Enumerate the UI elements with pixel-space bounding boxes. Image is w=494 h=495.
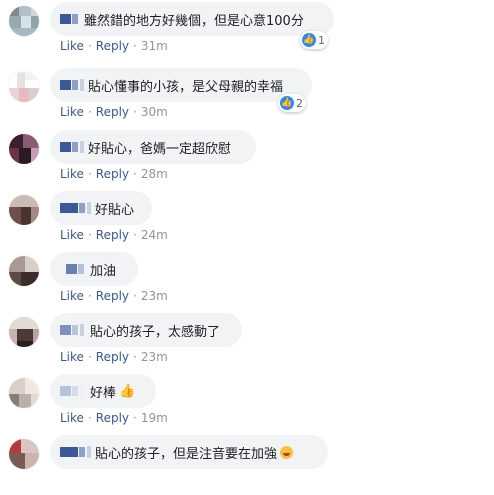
timestamp[interactable]: 19m xyxy=(141,411,168,425)
avatar[interactable] xyxy=(8,377,40,409)
commenter-name[interactable] xyxy=(60,141,84,153)
thumbs-up-icon: 👍 xyxy=(280,96,294,110)
comment-actions: Like · Reply · 30m xyxy=(60,105,168,119)
comment: 貼心的孩子，太感動了 Like · Reply · 23m xyxy=(0,311,494,373)
timestamp[interactable]: 31m xyxy=(141,39,168,53)
avatar[interactable] xyxy=(8,5,40,37)
comment-actions: Like · Reply · 31m xyxy=(60,39,168,53)
like-link[interactable]: Like xyxy=(60,228,84,242)
like-link[interactable]: Like xyxy=(60,39,84,53)
reaction-count[interactable]: 👍 1 xyxy=(300,31,328,49)
comment-text: 貼心懂事的小孩，是父母親的幸福 xyxy=(88,79,284,95)
comment-text: 貼心的孩子，太感動了 xyxy=(90,324,221,340)
avatar[interactable] xyxy=(8,133,40,165)
comment: 好貼心 Like · Reply · 24m xyxy=(0,189,494,251)
comment-text: 貼心的孩子，但是注音要在加強 xyxy=(95,446,278,462)
reaction-count[interactable]: 👍 2 xyxy=(278,94,306,112)
comment-actions: Like · Reply · 23m xyxy=(60,289,168,303)
timestamp[interactable]: 30m xyxy=(141,105,168,119)
comment-text: 加油 xyxy=(90,263,117,279)
like-link[interactable]: Like xyxy=(60,350,84,364)
timestamp[interactable]: 24m xyxy=(141,228,168,242)
comment-actions: Like · Reply · 23m xyxy=(60,350,168,364)
thumbs-up-icon: 👍 xyxy=(302,33,316,47)
comment: 貼心懂事的小孩，是父母親的幸福 👍 2 Like · Reply · 30m xyxy=(0,66,494,128)
timestamp[interactable]: 28m xyxy=(141,167,168,181)
comment-text: 好棒 xyxy=(90,385,117,401)
like-link[interactable]: Like xyxy=(60,411,84,425)
comment: 雖然錯的地方好幾個，但是心意100分 👍 1 Like · Reply · 31m xyxy=(0,0,494,62)
commenter-name[interactable] xyxy=(60,446,91,458)
reply-link[interactable]: Reply xyxy=(96,411,129,425)
reply-link[interactable]: Reply xyxy=(96,289,129,303)
timestamp[interactable]: 23m xyxy=(141,289,168,303)
avatar[interactable] xyxy=(8,194,40,226)
comment-bubble: 好貼心，爸媽一定超欣慰 xyxy=(50,130,256,164)
commenter-name[interactable] xyxy=(60,202,91,214)
comment-bubble: 好棒 👍 xyxy=(50,374,156,408)
comment-bubble: 加油 xyxy=(50,252,138,286)
avatar[interactable] xyxy=(8,438,40,470)
comment-bubble: 貼心的孩子，太感動了 xyxy=(50,313,242,347)
reply-link[interactable]: Reply xyxy=(96,167,129,181)
avatar[interactable] xyxy=(8,71,40,103)
like-link[interactable]: Like xyxy=(60,167,84,181)
comment-actions: Like · Reply · 28m xyxy=(60,167,168,181)
comment: 貼心的孩子，但是注音要在加強 xyxy=(0,433,494,495)
like-link[interactable]: Like xyxy=(60,105,84,119)
commenter-name[interactable] xyxy=(60,14,78,24)
comment-text: 好貼心，爸媽一定超欣慰 xyxy=(88,141,232,157)
commenter-name[interactable] xyxy=(66,264,84,274)
timestamp[interactable]: 23m xyxy=(141,350,168,364)
comment-actions: Like · Reply · 19m xyxy=(60,411,168,425)
comment-text: 雖然錯的地方好幾個，但是心意100分 xyxy=(84,13,304,29)
reply-link[interactable]: Reply xyxy=(96,228,129,242)
reply-link[interactable]: Reply xyxy=(96,105,129,119)
comment-bubble: 好貼心 xyxy=(50,191,152,225)
comment-bubble: 貼心的孩子，但是注音要在加強 xyxy=(50,435,328,469)
comment-bubble: 貼心懂事的小孩，是父母親的幸福 xyxy=(50,68,312,102)
comment: 加油 Like · Reply · 23m xyxy=(0,250,494,312)
comment-list: 雖然錯的地方好幾個，但是心意100分 👍 1 Like · Reply · 31m … xyxy=(0,0,494,470)
comment-text: 好貼心 xyxy=(95,202,135,218)
comment: 好貼心，爸媽一定超欣慰 Like · Reply · 28m xyxy=(0,128,494,190)
commenter-name[interactable] xyxy=(60,79,84,91)
avatar[interactable] xyxy=(8,316,40,348)
avatar[interactable] xyxy=(8,255,40,287)
thumbs-up-icon: 👍 xyxy=(119,383,136,399)
comment-bubble: 雖然錯的地方好幾個，但是心意100分 xyxy=(50,2,334,36)
like-link[interactable]: Like xyxy=(60,289,84,303)
commenter-name[interactable] xyxy=(60,324,84,336)
commenter-name[interactable] xyxy=(60,385,84,397)
reply-link[interactable]: Reply xyxy=(96,39,129,53)
comment: 好棒 👍 Like · Reply · 19m xyxy=(0,372,494,434)
reply-link[interactable]: Reply xyxy=(96,350,129,364)
comment-actions: Like · Reply · 24m xyxy=(60,228,168,242)
laughing-face-icon xyxy=(280,445,294,459)
